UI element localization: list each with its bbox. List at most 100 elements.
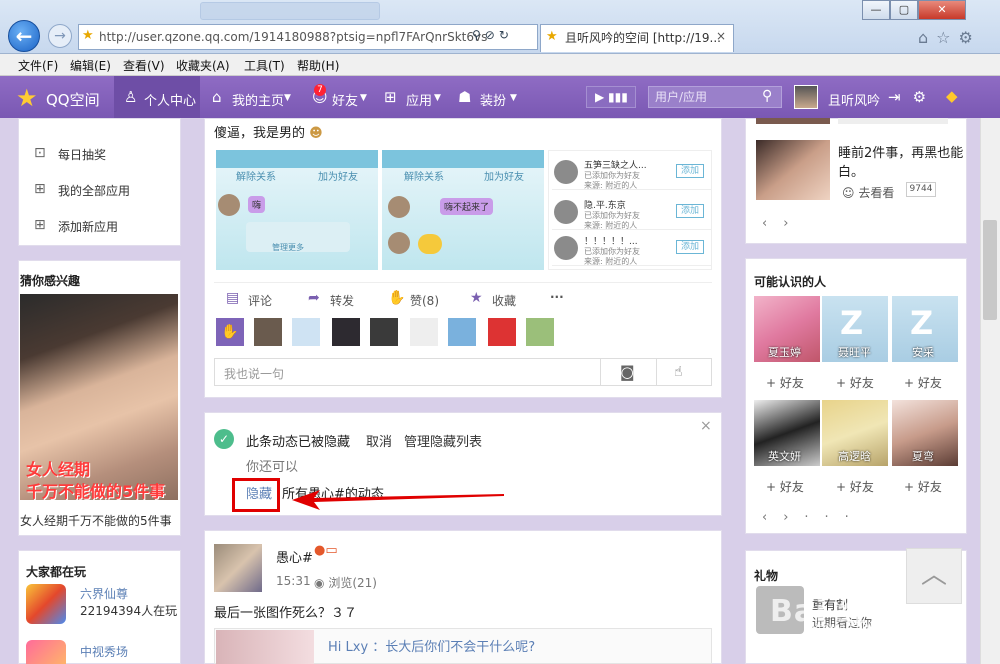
add-friend-button[interactable]: + 好友 (836, 374, 874, 391)
scrollbar-thumb[interactable] (983, 220, 997, 320)
image-avatar (388, 232, 410, 254)
image-header (216, 150, 378, 168)
chat-bubble: 嗨 (248, 196, 266, 213)
forward-icon[interactable]: → (48, 24, 72, 48)
menu-tools[interactable]: 工具(T) (244, 57, 285, 74)
scrollbar[interactable] (980, 118, 1000, 664)
carousel-arrows-icon[interactable]: ‹›··· (762, 510, 865, 525)
divider (656, 359, 657, 385)
chevron-down-icon: ▼ (434, 93, 441, 103)
go-see-link[interactable]: ☺ 去看看 (842, 184, 894, 201)
menu-file[interactable]: 文件(F) (18, 57, 58, 74)
watermark-url: jingyan.baidu.com (812, 620, 914, 633)
qzone-logo[interactable]: QQ空间 (46, 89, 100, 110)
logout-settings-icon[interactable]: ⇥⚙ (888, 88, 938, 106)
nav-apps[interactable]: 应用 (406, 90, 432, 109)
nav-my-home[interactable]: 我的主页 (232, 90, 284, 109)
address-bar[interactable]: http://user.qzone.qq.com/1914180988?ptsi… (78, 24, 538, 50)
add-friend-button[interactable]: + 好友 (904, 374, 942, 391)
undo-hide-link[interactable]: 取消 (366, 431, 392, 450)
close-window-button[interactable]: ✕ (918, 0, 966, 20)
person-name[interactable]: 英文妍 (768, 448, 801, 464)
post-author[interactable]: 愚心# (276, 547, 313, 566)
menu-edit[interactable]: 编辑(E) (70, 57, 111, 74)
comment-input[interactable] (214, 358, 712, 386)
back-icon[interactable]: ← (8, 20, 40, 52)
game-name[interactable]: 六界仙尊 (80, 585, 128, 602)
quoted-thumbnail (216, 630, 314, 664)
comment-button[interactable]: 评论 (248, 292, 272, 309)
game-name[interactable]: 中视秀场 (80, 643, 128, 660)
nav-personal-center[interactable]: 个人中心 (144, 90, 196, 109)
liker-avatar[interactable] (332, 318, 360, 346)
avatar[interactable] (214, 544, 262, 592)
apps-grid-icon: ⊞ (384, 88, 397, 106)
person-name[interactable]: 夏弯 (912, 448, 934, 464)
liker-avatar[interactable] (526, 318, 554, 346)
shirt-icon: ☗ (458, 88, 472, 106)
chat-add-button: 添加 (676, 240, 704, 254)
menu-daily-lottery[interactable]: 每日抽奖 (58, 146, 106, 163)
recommend-image[interactable] (756, 140, 830, 200)
close-icon[interactable]: × (700, 418, 712, 434)
avatar[interactable] (794, 85, 818, 109)
add-friend-button[interactable]: + 好友 (766, 374, 804, 391)
minimize-button[interactable]: — (862, 0, 890, 20)
person-name[interactable]: 安采 (912, 344, 934, 360)
search-icon[interactable]: ⚲ (762, 88, 772, 104)
apps-grid-icon: ⊞ (34, 181, 46, 197)
emoji-picker-icon[interactable]: ☝ (674, 364, 683, 380)
background-tab[interactable] (200, 2, 380, 20)
person-name[interactable]: 高逻晗 (838, 448, 871, 464)
prev-item-text (838, 118, 948, 124)
like-button[interactable]: 赞(8) (410, 292, 439, 309)
more-button[interactable]: ··· (550, 290, 564, 304)
share-button[interactable]: 转发 (330, 292, 354, 309)
nav-friends[interactable]: 好友 (332, 90, 358, 109)
liker-avatar[interactable] (448, 318, 476, 346)
manage-hidden-list-link[interactable]: 管理隐藏列表 (404, 431, 482, 450)
recommend-title-line2[interactable]: 白。 (838, 161, 864, 180)
liker-avatar[interactable] (254, 318, 282, 346)
menu-favorites[interactable]: 收藏夹(A) (176, 57, 230, 74)
favorite-button[interactable]: 收藏 (492, 292, 516, 309)
chevron-down-icon: ▼ (284, 93, 291, 103)
add-friend-button[interactable]: + 好友 (766, 478, 804, 495)
default-avatar-icon: Z (910, 304, 934, 342)
qzone-star-icon: ★ (16, 84, 38, 112)
game-icon[interactable] (26, 640, 66, 664)
hide-user-link[interactable]: 隐藏 (246, 483, 272, 502)
window-controls: — ▢ ✕ (862, 0, 996, 20)
chat-avatar (554, 160, 578, 184)
music-player-button[interactable]: ▶ ▮▮▮ (586, 86, 636, 108)
chat-add-button: 添加 (676, 164, 704, 178)
diamond-icon[interactable]: ◆ (946, 87, 958, 105)
person-name[interactable]: 聂旺平 (838, 344, 871, 360)
tab-close-icon[interactable]: × (716, 29, 726, 43)
liker-avatar[interactable] (488, 318, 516, 346)
recommend-title[interactable]: 睡前2件事，再黑也能 (838, 142, 963, 161)
nav-decorate[interactable]: 装扮 (480, 90, 506, 109)
maximize-button[interactable]: ▢ (890, 0, 918, 20)
back-to-top-button[interactable]: ︿ (906, 548, 962, 604)
menu-all-apps[interactable]: 我的全部应用 (58, 182, 130, 199)
add-friend-button[interactable]: + 好友 (836, 478, 874, 495)
camera-icon[interactable]: ◙ (620, 363, 635, 381)
tab-qzone[interactable]: 且听风吟的空间 [http://19... (540, 24, 734, 52)
carousel-arrows-icon[interactable]: ‹› (762, 216, 804, 231)
menu-help[interactable]: 帮助(H) (297, 57, 339, 74)
chat-source: 来源: 附近的人 (584, 181, 638, 190)
game-icon[interactable] (26, 584, 66, 624)
quoted-text[interactable]: Hi Lxy ：长大后你们不会干什么呢? (328, 636, 535, 655)
home-star-gear-icon[interactable]: ⌂☆⚙ (918, 28, 981, 47)
liker-avatar[interactable] (370, 318, 398, 346)
liker-avatar[interactable] (292, 318, 320, 346)
menu-add-app[interactable]: 添加新应用 (58, 218, 118, 235)
person-name[interactable]: 夏玉婷 (768, 344, 801, 360)
add-friend-button[interactable]: + 好友 (904, 478, 942, 495)
menu-view[interactable]: 查看(V) (123, 57, 165, 74)
address-actions-icon[interactable]: ⚲⊘↻ (472, 28, 513, 42)
username-label[interactable]: 且听风吟 (828, 90, 880, 109)
interest-caption[interactable]: 女人经期千万不能做的5件事 (20, 512, 172, 529)
liker-avatar[interactable] (410, 318, 438, 346)
